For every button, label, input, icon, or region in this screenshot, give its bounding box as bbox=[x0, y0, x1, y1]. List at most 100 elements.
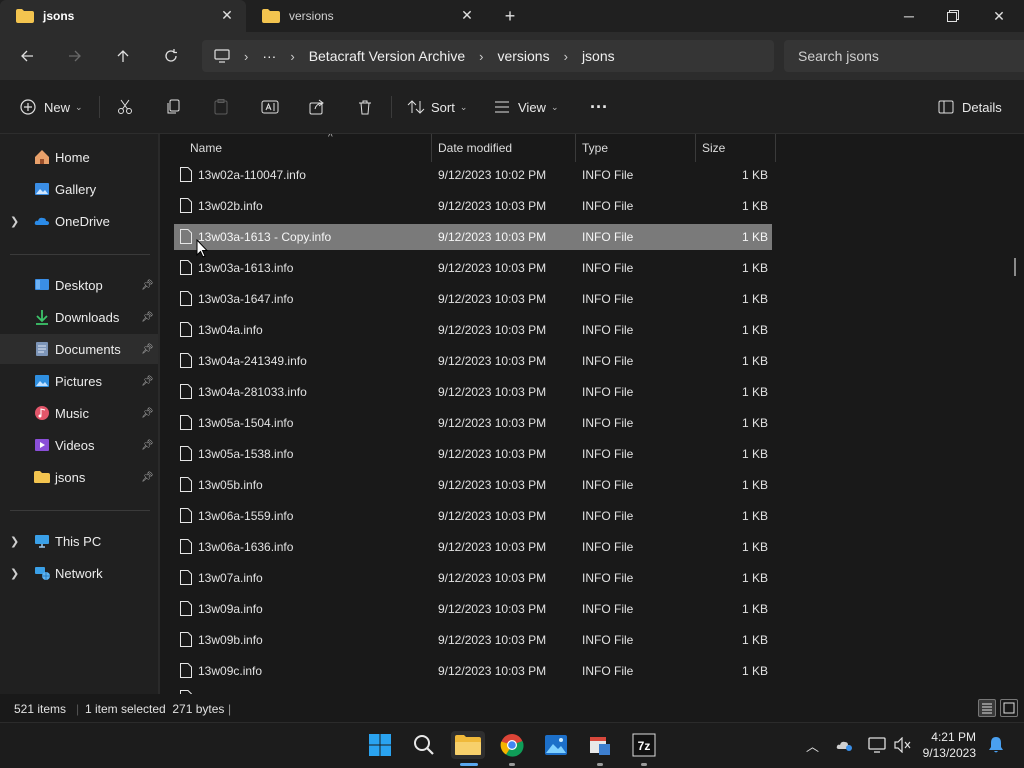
copy-icon bbox=[167, 99, 180, 114]
column-header-size[interactable]: Size bbox=[696, 134, 776, 162]
vertical-scrollbar-thumb[interactable] bbox=[1014, 258, 1016, 276]
restore-button[interactable] bbox=[930, 0, 976, 32]
sidebar-item-onedrive[interactable]: ❯ OneDrive bbox=[0, 206, 158, 236]
file-name: 13w02a-110047.info bbox=[198, 168, 306, 182]
breadcrumb-item[interactable]: versions bbox=[497, 48, 549, 64]
pin-icon[interactable]: 📌︎ bbox=[141, 376, 154, 387]
sort-button[interactable]: Sort ⌄ bbox=[407, 94, 467, 120]
music-icon bbox=[35, 406, 49, 420]
more-options-button[interactable]: ··· bbox=[590, 94, 608, 120]
breadcrumb-item[interactable]: Betacraft Version Archive bbox=[309, 48, 465, 64]
column-header-name[interactable]: Name ^ bbox=[184, 134, 432, 162]
table-row[interactable]: 13w07a.info 9/12/2023 10:03 PM INFO File 1 … bbox=[174, 565, 772, 591]
table-row[interactable]: 13w02b.info 9/12/2023 10:03 PM INFO File 1 … bbox=[174, 193, 772, 219]
sidebar-item-desktop[interactable]: Desktop 📌︎ bbox=[0, 270, 158, 300]
table-row[interactable]: 13w04a.info 9/12/2023 10:03 PM INFO File 1 … bbox=[174, 317, 772, 343]
chevron-right-icon[interactable]: ❯ bbox=[10, 567, 19, 580]
table-row[interactable]: 13w05a-1538.info 9/12/2023 10:03 PM INFO F… bbox=[174, 441, 772, 467]
chevron-right-icon[interactable]: ❯ bbox=[10, 215, 19, 228]
refresh-icon bbox=[165, 49, 177, 62]
chevron-right-icon[interactable]: ❯ bbox=[10, 535, 19, 548]
cut-button[interactable] bbox=[117, 94, 133, 120]
new-button[interactable]: New ⌄ bbox=[20, 94, 83, 120]
tab-jsons[interactable]: jsons ✕ bbox=[0, 0, 246, 32]
sidebar-item-videos[interactable]: Videos 📌︎ bbox=[0, 430, 158, 460]
taskbar-file-explorer[interactable] bbox=[451, 731, 485, 759]
table-row[interactable]: 13w06a-1636.info 9/12/2023 10:03 PM INFO F… bbox=[174, 534, 772, 560]
volume-muted-icon[interactable] bbox=[894, 737, 912, 753]
taskbar-7zip[interactable]: 7z bbox=[630, 731, 658, 759]
large-icons-view-button[interactable] bbox=[1000, 699, 1018, 717]
table-row[interactable]: 13w09a.info 9/12/2023 10:03 PM INFO File 1 … bbox=[174, 596, 772, 622]
up-button[interactable] bbox=[109, 42, 137, 70]
table-row[interactable]: 13w04a-281033.info 9/12/2023 10:03 PM INFO… bbox=[174, 379, 772, 405]
chevron-right-icon: › bbox=[563, 48, 568, 64]
sidebar-item-downloads[interactable]: Downloads 📌︎ bbox=[0, 302, 158, 332]
sidebar-item-pictures[interactable]: Pictures 📌︎ bbox=[0, 366, 158, 396]
file-type: INFO File bbox=[582, 323, 634, 337]
search-button[interactable] bbox=[410, 731, 438, 759]
breadcrumb-item[interactable]: jsons bbox=[582, 48, 615, 64]
table-row[interactable]: 13w02a-110047.info 9/12/2023 10:02 PM INFO… bbox=[174, 162, 772, 188]
delete-button[interactable] bbox=[357, 94, 373, 120]
table-row[interactable]: 13w03a-1613.info 9/12/2023 10:03 PM INFO F… bbox=[174, 255, 772, 281]
clock[interactable]: 4:21 PM 9/13/2023 bbox=[923, 729, 976, 761]
sidebar-item-network[interactable]: ❯ Network bbox=[0, 558, 158, 588]
sidebar-item-music[interactable]: Music 📌︎ bbox=[0, 398, 158, 428]
pin-icon[interactable]: 📌︎ bbox=[141, 440, 154, 451]
onedrive-sync-icon[interactable] bbox=[836, 738, 854, 752]
rename-button[interactable] bbox=[261, 94, 279, 120]
table-row[interactable]: 13w03a-1613 - Copy.info 9/12/2023 10:03 P… bbox=[174, 224, 772, 250]
sidebar-item-documents[interactable]: Documents 📌︎ bbox=[0, 334, 158, 364]
pin-icon[interactable]: 📌︎ bbox=[141, 472, 154, 483]
show-hidden-icons-icon[interactable]: ︿ bbox=[806, 736, 819, 755]
view-button[interactable]: View ⌄ bbox=[494, 94, 559, 120]
table-row[interactable]: 13w03a-1647.info 9/12/2023 10:03 PM INFO F… bbox=[174, 286, 772, 312]
pin-icon[interactable]: 📌︎ bbox=[141, 344, 154, 355]
breadcrumb-overflow[interactable]: ··· bbox=[262, 48, 276, 64]
file-date-modified: 9/12/2023 10:03 PM bbox=[438, 292, 547, 306]
details-view-button[interactable] bbox=[978, 699, 996, 717]
close-tab-icon[interactable]: ✕ bbox=[220, 8, 234, 22]
file-name: 13w03a-1647.info bbox=[198, 292, 294, 306]
file-icon bbox=[180, 446, 192, 461]
sidebar-item-home[interactable]: Home bbox=[0, 142, 158, 172]
sidebar-item-jsons[interactable]: jsons 📌︎ bbox=[0, 462, 158, 492]
network-status-icon[interactable] bbox=[868, 737, 886, 753]
refresh-button[interactable] bbox=[157, 42, 185, 70]
title-bar: jsons ✕ versions ✕ + ─ ✕ bbox=[0, 0, 1024, 32]
forward-button[interactable] bbox=[61, 42, 89, 70]
search-input[interactable]: Search jsons bbox=[784, 40, 1024, 72]
tab-versions[interactable]: versions ✕ bbox=[246, 0, 486, 32]
copy-button[interactable] bbox=[165, 94, 181, 120]
taskbar-photos[interactable] bbox=[542, 731, 570, 759]
minimize-button[interactable]: ─ bbox=[886, 0, 932, 32]
table-row[interactable]: 13w09b.info 9/12/2023 10:03 PM INFO File 1 … bbox=[174, 627, 772, 653]
taskbar-chrome[interactable] bbox=[498, 731, 526, 759]
taskbar: 7z ︿ 4:21 PM 9/13/2023 bbox=[0, 722, 1024, 768]
share-button[interactable] bbox=[309, 94, 325, 120]
notification-bell-icon[interactable] bbox=[988, 736, 1004, 754]
table-row[interactable]: 13w06a-1559.info 9/12/2023 10:03 PM INFO F… bbox=[174, 503, 772, 529]
paste-button[interactable] bbox=[213, 94, 229, 120]
file-size: 1 KB bbox=[741, 478, 768, 492]
address-bar[interactable]: › ··· › Betacraft Version Archive › vers… bbox=[202, 40, 774, 72]
column-header-type[interactable]: Type bbox=[576, 134, 696, 162]
close-window-button[interactable]: ✕ bbox=[976, 0, 1022, 32]
pin-icon[interactable]: 📌︎ bbox=[141, 280, 154, 291]
details-button[interactable]: Details bbox=[938, 94, 1002, 120]
sidebar-item-this-pc[interactable]: ❯ This PC bbox=[0, 526, 158, 556]
pin-icon[interactable]: 📌︎ bbox=[141, 408, 154, 419]
taskbar-app[interactable] bbox=[586, 731, 614, 759]
table-row[interactable]: 13w05a-1504.info 9/12/2023 10:03 PM INFO F… bbox=[174, 410, 772, 436]
close-tab-icon[interactable]: ✕ bbox=[460, 8, 474, 22]
new-tab-button[interactable]: + bbox=[500, 6, 520, 26]
sidebar-item-gallery[interactable]: Gallery bbox=[0, 174, 158, 204]
back-button[interactable] bbox=[13, 42, 41, 70]
pin-icon[interactable]: 📌︎ bbox=[141, 312, 154, 323]
table-row[interactable]: 13w09c.info 9/12/2023 10:03 PM INFO File 1 … bbox=[174, 658, 772, 684]
column-header-date[interactable]: Date modified bbox=[432, 134, 576, 162]
table-row[interactable]: 13w05b.info 9/12/2023 10:03 PM INFO File 1 … bbox=[174, 472, 772, 498]
start-button[interactable] bbox=[366, 731, 394, 759]
table-row[interactable]: 13w04a-241349.info 9/12/2023 10:03 PM INFO… bbox=[174, 348, 772, 374]
